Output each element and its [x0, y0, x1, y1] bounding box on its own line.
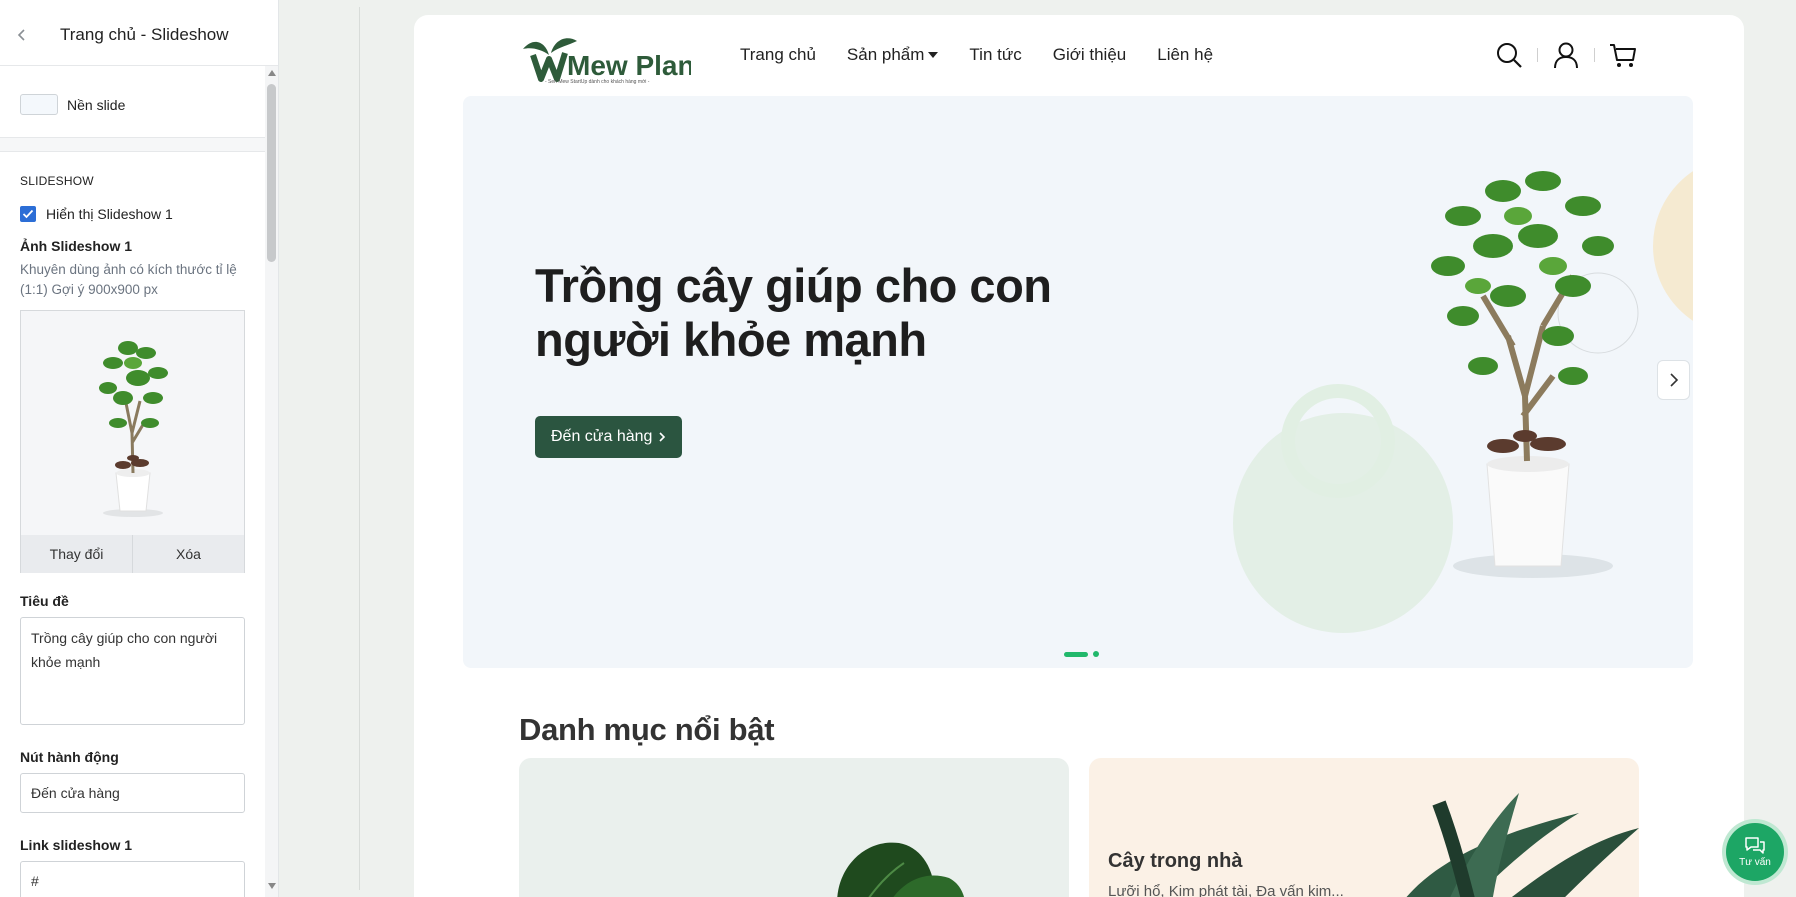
- image-label: Ảnh Slideshow 1: [20, 238, 133, 254]
- show-slideshow-row[interactable]: Hiển thị Slideshow 1: [20, 206, 246, 222]
- panel-header: Trang chủ - Slideshow: [0, 0, 278, 66]
- scroll-up-arrow-icon[interactable]: [268, 70, 276, 76]
- menu-label: Sản phẩm: [846, 45, 925, 64]
- hero-slideshow: Trồng cây giúp cho con người khỏe mạnh Đ…: [463, 96, 1693, 668]
- hero-cta-button[interactable]: Đến cửa hàng: [535, 416, 683, 458]
- background-row: Nền slide: [0, 72, 266, 138]
- chevron-left-icon: [17, 28, 25, 41]
- caret-down-icon: [928, 52, 939, 58]
- chevron-right-icon: [659, 432, 666, 442]
- site-preview: Mew Plant - Sen Mew StartUp dành cho khá…: [414, 15, 1744, 897]
- divider: [1537, 48, 1538, 62]
- checkmark-icon: [22, 209, 34, 219]
- panel-title: Trang chủ - Slideshow: [60, 24, 229, 44]
- panel-scrollbar[interactable]: [265, 66, 278, 897]
- hero-background: [1233, 171, 1693, 633]
- delete-image-button[interactable]: Xóa: [132, 535, 244, 573]
- cart-icon[interactable]: [1609, 41, 1637, 69]
- show-slideshow-label: Hiển thị Slideshow 1: [46, 206, 173, 222]
- slider-dot[interactable]: [1093, 651, 1099, 657]
- hero-plant-image: [1431, 171, 1614, 578]
- title-label: Tiêu đề: [20, 593, 69, 609]
- section-title: SLIDESHOW: [20, 174, 94, 188]
- slider-next-button[interactable]: [1657, 360, 1690, 400]
- slider-dots: [1064, 651, 1099, 657]
- image-preview: [21, 311, 244, 535]
- panel-scroll-area: Nền slide SLIDESHOW Hiển thị Slideshow 1…: [0, 66, 266, 897]
- back-button[interactable]: [2, 15, 42, 55]
- menu-item-news[interactable]: Tin tức: [969, 45, 1021, 65]
- background-color-swatch[interactable]: [20, 94, 58, 115]
- hero-cta-label: Đến cửa hàng: [551, 428, 653, 445]
- snake-plant-image: [1406, 793, 1639, 897]
- logo-tagline: - Sen Mew StartUp dành cho khách hàng mớ…: [545, 79, 650, 85]
- menu-item-home[interactable]: Trang chủ: [740, 45, 816, 65]
- slider-dot-active[interactable]: [1064, 651, 1088, 657]
- link-input[interactable]: #: [20, 861, 245, 897]
- search-icon[interactable]: [1495, 41, 1523, 69]
- link-label: Link slideshow 1: [20, 837, 133, 853]
- section-divider: [0, 138, 266, 152]
- editor-panel: Trang chủ - Slideshow Nền slide SLIDESHO…: [0, 0, 279, 897]
- fiddle-leaf-image: [837, 842, 964, 897]
- category-card[interactable]: Cây trong nhà Lưỡi hổ, Kim phát tài, Đa …: [1089, 758, 1639, 897]
- logo-mark-icon: Mew Plant - Sen Mew StartUp dành cho khá…: [523, 38, 704, 85]
- chat-button[interactable]: Tư vấn: [1726, 823, 1784, 881]
- image-preview-box: Thay đổi Xóa: [20, 310, 245, 573]
- menu-label: Tin tức: [969, 45, 1022, 64]
- card-description: Lưỡi hổ, Kim phát tài, Đa vấn kim...: [1108, 883, 1344, 897]
- logo[interactable]: Mew Plant - Sen Mew StartUp dành cho khá…: [519, 27, 704, 85]
- hero-title: Trồng cây giúp cho con người khỏe mạnh: [535, 259, 1052, 366]
- category-card[interactable]: [519, 758, 1069, 897]
- action-input[interactable]: Đến cửa hàng: [20, 773, 245, 813]
- plant-image: [98, 341, 168, 517]
- chevron-right-icon: [1669, 373, 1678, 387]
- show-slideshow-checkbox[interactable]: [20, 206, 36, 222]
- menu-item-contact[interactable]: Liên hệ: [1157, 45, 1213, 65]
- divider: [1594, 48, 1595, 62]
- change-image-button[interactable]: Thay đổi: [21, 535, 132, 573]
- action-label: Nút hành động: [20, 749, 119, 765]
- menu-label: Liên hệ: [1157, 45, 1214, 64]
- chat-label: Tư vấn: [1739, 857, 1771, 868]
- menu-item-products[interactable]: Sản phẩm: [847, 45, 939, 65]
- background-label: Nền slide: [67, 96, 126, 113]
- menu-label: Giới thiệu: [1052, 45, 1127, 64]
- chat-icon: [1745, 837, 1765, 854]
- scroll-down-arrow-icon[interactable]: [268, 883, 276, 889]
- card-title: Cây trong nhà: [1108, 850, 1243, 872]
- header-icons: [1495, 41, 1637, 69]
- site-header: Mew Plant - Sen Mew StartUp dành cho khá…: [414, 15, 1744, 95]
- image-hint: Khuyên dùng ảnh có kích thước tỉ lệ (1:1…: [20, 262, 237, 297]
- image-actions: Thay đổi Xóa: [21, 535, 244, 573]
- categories-title: Danh mục nổi bật: [519, 712, 775, 747]
- menu-label: Trang chủ: [740, 45, 816, 64]
- scroll-thumb[interactable]: [267, 84, 276, 262]
- main-menu: Trang chủ Sản phẩm Tin tức Giới thiệu Li…: [740, 45, 1213, 65]
- menu-item-about[interactable]: Giới thiệu: [1053, 45, 1127, 65]
- user-icon[interactable]: [1552, 41, 1580, 69]
- title-textarea[interactable]: Trồng cây giúp cho con người khỏe mạnh: [20, 617, 245, 725]
- logo-text: Mew Plant: [567, 50, 691, 81]
- slideshow-section: SLIDESHOW Hiển thị Slideshow 1 Ảnh Slide…: [0, 174, 266, 897]
